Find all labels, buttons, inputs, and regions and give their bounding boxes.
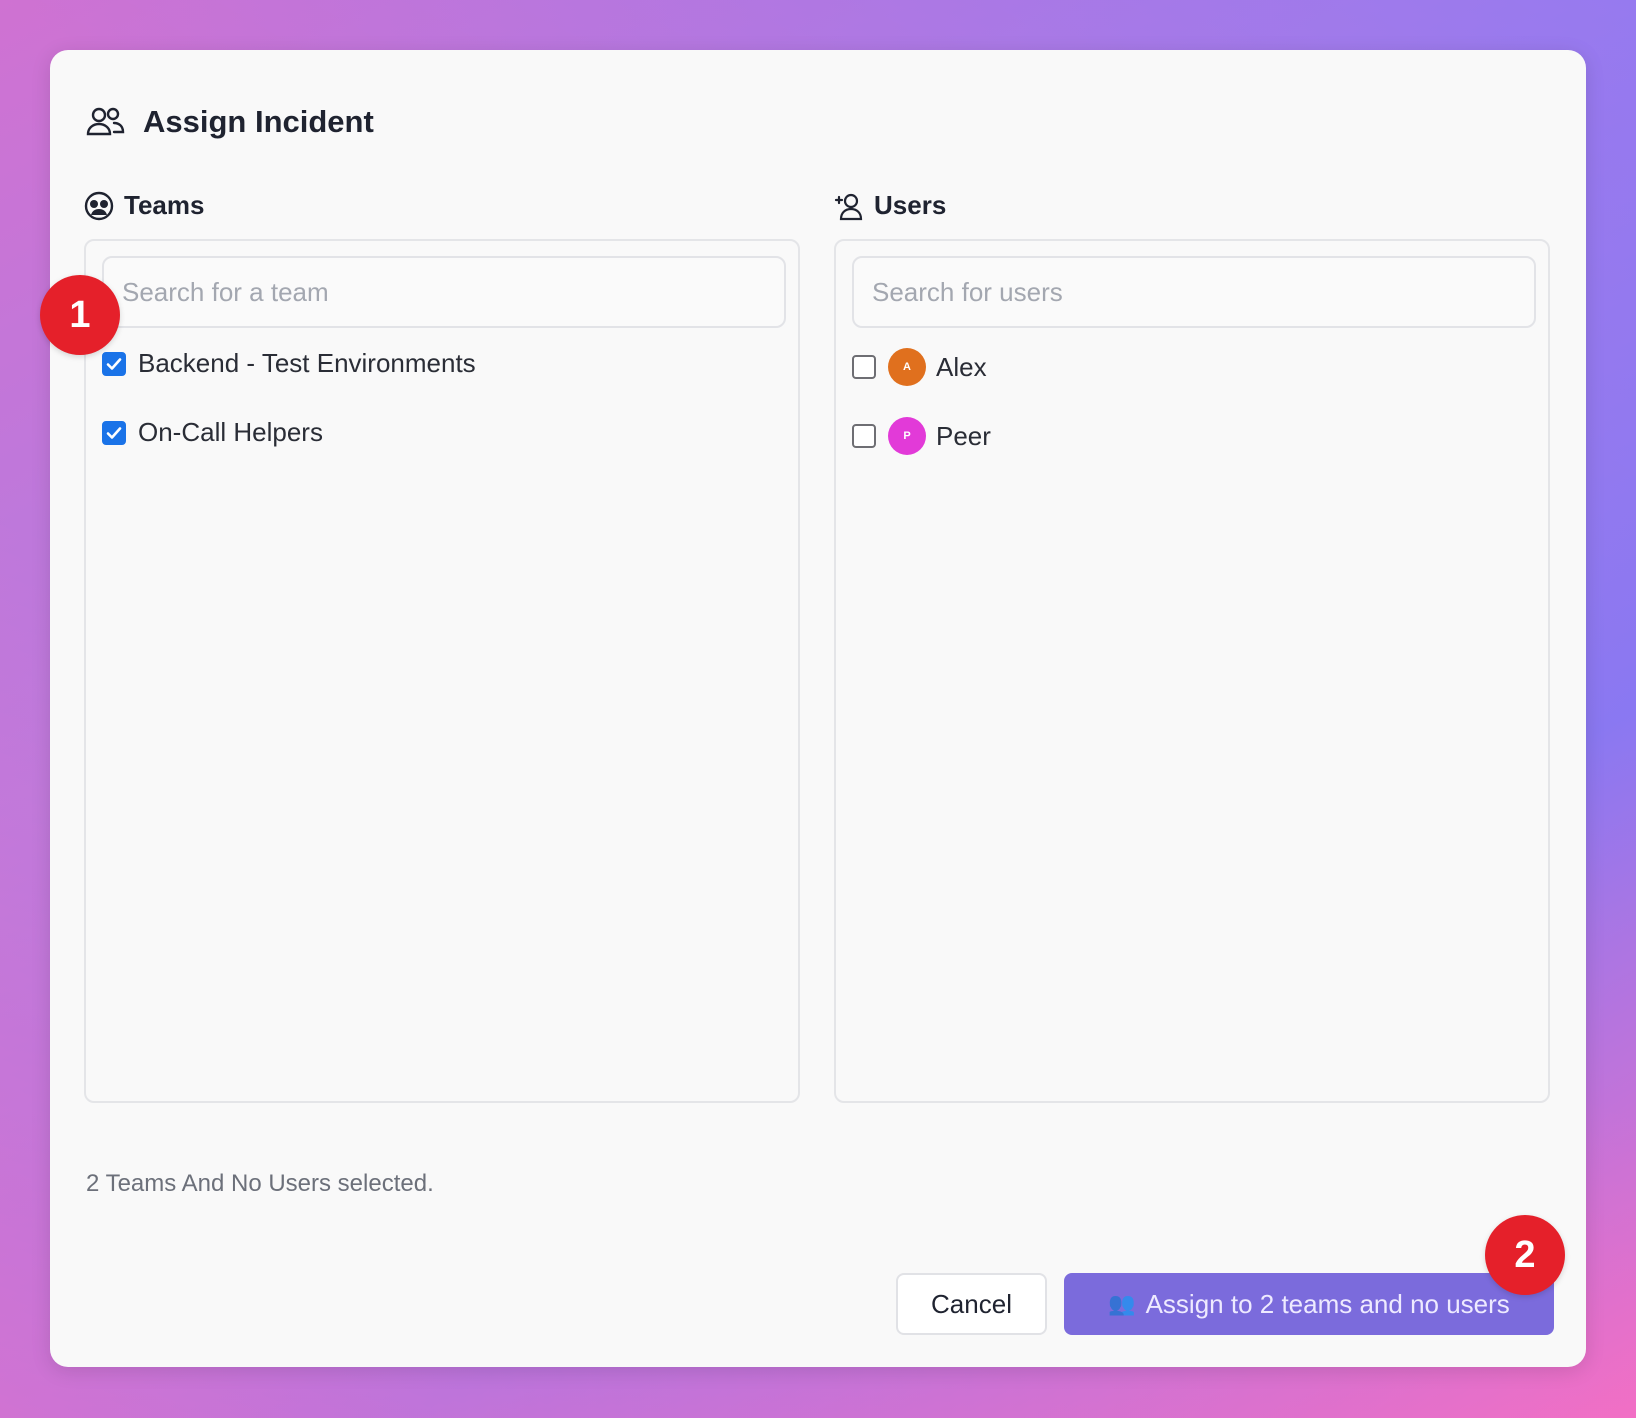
avatar: A	[888, 348, 926, 386]
users-label: Users	[834, 190, 946, 221]
annotation-badge-1: 1	[40, 275, 120, 355]
teams-icon	[84, 191, 114, 220]
people-icon: 👥	[1108, 1291, 1136, 1316]
checkmark-icon	[106, 357, 122, 370]
users-icon	[86, 107, 125, 136]
team-search-input[interactable]	[102, 256, 786, 328]
user-item[interactable]: A Alex	[852, 348, 987, 386]
user-checkbox[interactable]	[852, 424, 876, 448]
team-checkbox[interactable]	[102, 351, 126, 376]
user-plus-icon	[834, 193, 863, 220]
user-checkbox[interactable]	[852, 355, 876, 379]
assign-button-label: Assign to 2 teams and no users	[1145, 1288, 1510, 1319]
team-name: Backend - Test Environments	[138, 348, 476, 378]
assign-incident-dialog: Assign Incident Teams Backend - Test Env…	[50, 50, 1586, 1367]
users-panel: A Alex P Peer	[834, 239, 1550, 1103]
teams-label: Teams	[84, 190, 204, 221]
team-name: On-Call Helpers	[138, 417, 323, 447]
user-name: Peer	[936, 420, 991, 451]
team-checkbox[interactable]	[102, 420, 126, 445]
assign-button[interactable]: 👥 Assign to 2 teams and no users	[1064, 1273, 1554, 1335]
dialog-header: Assign Incident	[85, 102, 374, 142]
user-item[interactable]: P Peer	[852, 417, 991, 455]
user-name: Alex	[936, 351, 987, 382]
annotation-badge-2: 2	[1485, 1215, 1565, 1295]
dialog-title: Assign Incident	[143, 104, 374, 139]
checkmark-icon	[106, 426, 122, 439]
avatar: P	[888, 417, 926, 455]
teams-panel: Backend - Test Environments On-Call Help…	[84, 239, 800, 1103]
team-item[interactable]: Backend - Test Environments	[102, 348, 476, 379]
selection-summary: 2 Teams And No Users selected.	[86, 1170, 434, 1197]
user-search-input[interactable]	[852, 256, 1536, 328]
cancel-button[interactable]: Cancel	[896, 1273, 1047, 1335]
team-item[interactable]: On-Call Helpers	[102, 417, 323, 448]
